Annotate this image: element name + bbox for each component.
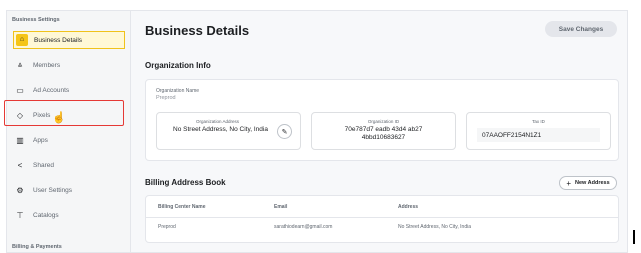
cell-billing-center: Preprod — [158, 224, 176, 230]
org-address-box: Organization Address No Street Address, … — [156, 112, 301, 150]
sidebar-item-user-settings[interactable]: ⚙ User Settings — [13, 181, 125, 199]
tax-id-label: Tax ID — [532, 119, 545, 124]
gear-icon: ⚙ — [16, 185, 24, 195]
save-changes-button[interactable]: Save Changes — [545, 21, 617, 37]
org-name-label: Organization Name — [156, 88, 200, 94]
apps-icon: ▥ — [16, 135, 24, 145]
column-header-email: Email — [274, 204, 288, 210]
sidebar-item-apps[interactable]: ▥ Apps — [13, 131, 125, 149]
sidebar-item-business-details[interactable]: ⌂ Business Details — [13, 31, 125, 49]
tax-id-box: Tax ID 07AAOFF2154N1Z1 — [466, 112, 611, 150]
org-name-value: Preprod — [156, 95, 176, 101]
sidebar: Business Settings ⌂ Business Details ⩓ M… — [6, 10, 130, 253]
column-header-address: Address — [398, 204, 419, 210]
org-address-label: Organization Address — [195, 119, 240, 124]
billing-table: Billing Center Name Email Address Prepro… — [145, 195, 619, 243]
edit-address-button[interactable]: ✎ — [277, 124, 292, 139]
cell-address: No Street Address, No City, India — [398, 224, 471, 230]
sidebar-item-label: Apps — [33, 136, 48, 144]
share-icon: < — [17, 160, 23, 170]
sidebar-item-label: Ad Accounts — [33, 86, 70, 94]
sidebar-item-catalogs[interactable]: ⊤ Catalogs — [13, 206, 125, 224]
new-address-button[interactable]: + New Address — [559, 176, 617, 190]
org-id-label: Organization ID — [367, 119, 400, 124]
plus-icon: + — [566, 178, 571, 188]
text-caret — [633, 230, 635, 244]
main-panel: Business Details Save Changes Organizati… — [130, 10, 628, 253]
page-title: Business Details — [145, 23, 250, 38]
table-divider — [146, 217, 618, 218]
folder-icon: ▭ — [16, 85, 24, 95]
new-address-label: New Address — [575, 180, 610, 186]
sidebar-item-label: User Settings — [33, 186, 73, 194]
members-icon: ⩓ — [17, 60, 23, 69]
org-address-value: No Street Address, No City, India — [173, 126, 268, 133]
sidebar-item-members[interactable]: ⩓ Members — [13, 56, 125, 74]
sidebar-section-header: Business Settings — [12, 17, 60, 23]
catalog-icon: ⊤ — [16, 210, 24, 220]
org-info-card: Organization Name Preprod Organization A… — [145, 79, 619, 161]
tax-id-value: 07AAOFF2154N1Z1 — [477, 128, 600, 142]
cell-email: sarathiodearn@gmail.com — [274, 224, 333, 230]
sidebar-footer-header: Billing & Payments — [12, 244, 62, 250]
org-id-value: 70e787d7 eadb 43d4 ab27 4bbd10683627 — [344, 126, 423, 141]
sidebar-item-shared[interactable]: < Shared — [13, 156, 125, 174]
home-icon: ⌂ — [16, 34, 28, 46]
sidebar-item-label: Catalogs — [33, 211, 59, 219]
hand-cursor-icon: ☝ — [52, 112, 66, 124]
column-header-billing-center: Billing Center Name — [158, 204, 206, 210]
org-info-title: Organization Info — [145, 61, 211, 70]
sidebar-item-label: Members — [33, 61, 61, 69]
sidebar-item-label: Business Details — [34, 36, 83, 44]
billing-title: Billing Address Book — [145, 178, 226, 187]
org-id-box: Organization ID 70e787d7 eadb 43d4 ab27 … — [311, 112, 456, 150]
pencil-icon: ✎ — [281, 128, 288, 136]
sidebar-item-ad-accounts[interactable]: ▭ Ad Accounts — [13, 81, 125, 99]
sidebar-item-label: Shared — [33, 161, 54, 169]
